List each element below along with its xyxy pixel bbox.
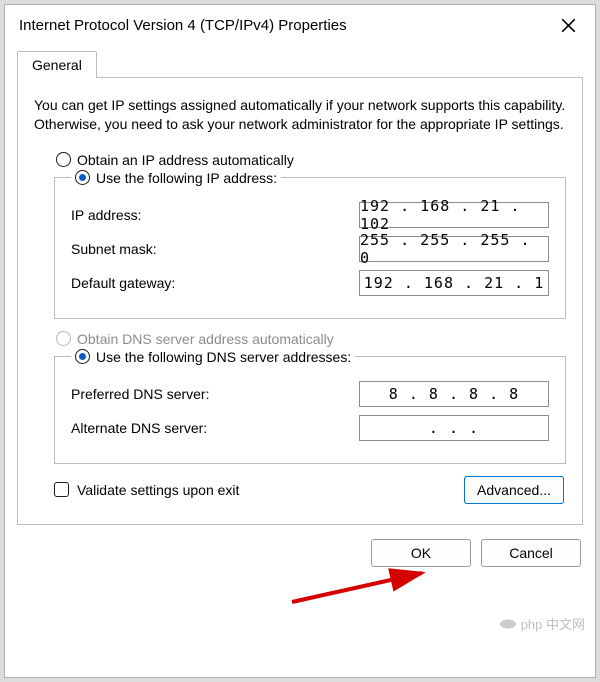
watermark: php 中文网 <box>499 614 585 633</box>
radio-dns-manual[interactable]: Use the following DNS server addresses: <box>75 349 351 365</box>
row-preferred-dns: Preferred DNS server: 8 . 8 . 8 . 8 <box>71 381 549 407</box>
radio-ip-manual[interactable]: Use the following IP address: <box>75 170 277 186</box>
preferred-dns-input[interactable]: 8 . 8 . 8 . 8 <box>359 381 549 407</box>
intro-text: You can get IP settings assigned automat… <box>34 96 566 134</box>
ip-fieldset: Use the following IP address: IP address… <box>54 170 566 319</box>
close-button[interactable] <box>551 13 585 37</box>
subnet-input[interactable]: 255 . 255 . 255 . 0 <box>359 236 549 262</box>
radio-icon <box>56 152 71 167</box>
alternate-dns-label: Alternate DNS server: <box>71 420 351 436</box>
gateway-input[interactable]: 192 . 168 . 21 . 1 <box>359 270 549 296</box>
radio-icon <box>75 349 90 364</box>
radio-dns-auto: Obtain DNS server address automatically <box>56 331 566 347</box>
radio-icon <box>56 331 71 346</box>
tab-strip: General <box>5 51 595 78</box>
window-title: Internet Protocol Version 4 (TCP/IPv4) P… <box>19 17 551 34</box>
validate-checkbox[interactable] <box>54 482 69 497</box>
radio-icon <box>75 170 90 185</box>
row-subnet: Subnet mask: 255 . 255 . 255 . 0 <box>71 236 549 262</box>
cancel-button[interactable]: Cancel <box>481 539 581 567</box>
gateway-label: Default gateway: <box>71 275 351 291</box>
bottom-row: Validate settings upon exit Advanced... <box>54 476 564 504</box>
close-icon <box>562 19 575 32</box>
radio-ip-manual-label: Use the following IP address: <box>96 170 277 186</box>
dialog-window: Internet Protocol Version 4 (TCP/IPv4) P… <box>4 4 596 678</box>
alternate-dns-input[interactable]: . . . <box>359 415 549 441</box>
row-ip-address: IP address: 192 . 168 . 21 . 102 <box>71 202 549 228</box>
ip-address-input[interactable]: 192 . 168 . 21 . 102 <box>359 202 549 228</box>
watermark-text: php 中文网 <box>521 614 585 633</box>
dns-fieldset: Use the following DNS server addresses: … <box>54 349 566 464</box>
watermark-logo-icon <box>499 615 517 633</box>
titlebar: Internet Protocol Version 4 (TCP/IPv4) P… <box>5 5 595 47</box>
row-alternate-dns: Alternate DNS server: . . . <box>71 415 549 441</box>
validate-label: Validate settings upon exit <box>77 482 239 498</box>
general-panel: You can get IP settings assigned automat… <box>17 77 583 525</box>
radio-ip-auto-label: Obtain an IP address automatically <box>77 152 294 168</box>
radio-dns-auto-label: Obtain DNS server address automatically <box>77 331 334 347</box>
ip-address-label: IP address: <box>71 207 351 223</box>
preferred-dns-label: Preferred DNS server: <box>71 386 351 402</box>
subnet-label: Subnet mask: <box>71 241 351 257</box>
radio-ip-auto[interactable]: Obtain an IP address automatically <box>56 152 566 168</box>
ok-button[interactable]: OK <box>371 539 471 567</box>
row-gateway: Default gateway: 192 . 168 . 21 . 1 <box>71 270 549 296</box>
advanced-button[interactable]: Advanced... <box>464 476 564 504</box>
tab-general[interactable]: General <box>17 51 97 78</box>
radio-dns-manual-label: Use the following DNS server addresses: <box>96 349 351 365</box>
dialog-footer: OK Cancel <box>5 533 595 581</box>
